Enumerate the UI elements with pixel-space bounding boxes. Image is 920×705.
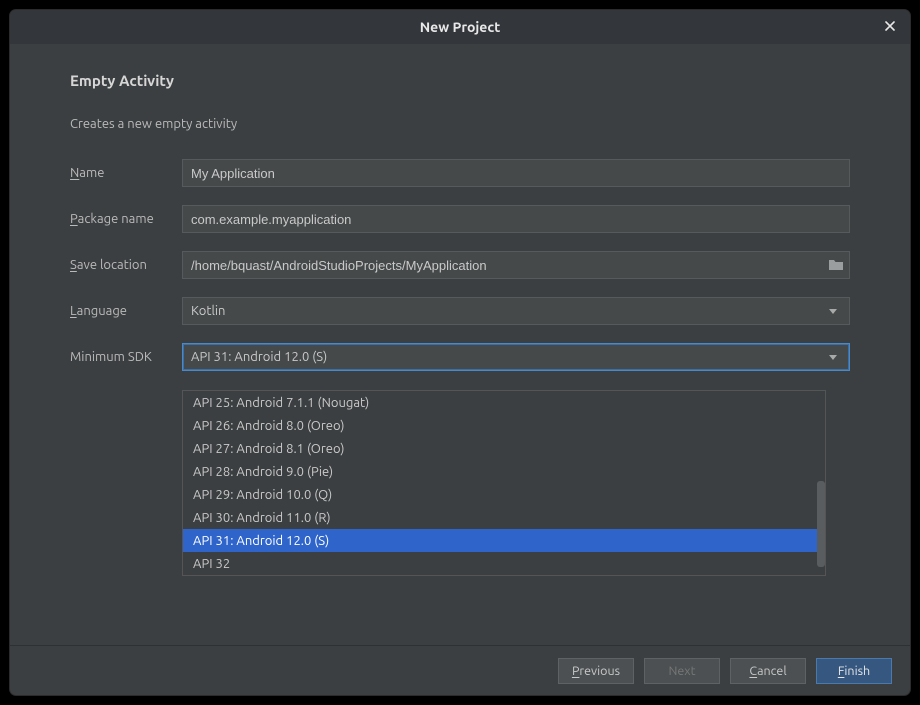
content-area: Empty Activity Creates a new empty activ… [10,44,910,645]
close-icon[interactable] [880,16,900,36]
label-language: Language [70,304,182,318]
name-input[interactable] [182,159,850,187]
sdk-option[interactable]: API 26: Android 8.0 (Oreo) [183,414,825,437]
minimum-sdk-dropdown: API 25: Android 7.1.1 (Nougat)API 26: An… [182,390,826,576]
sdk-option[interactable]: API 32 [183,552,825,575]
sdk-option[interactable]: API 30: Android 11.0 (R) [183,506,825,529]
label-save-location: Save location [70,258,182,272]
cancel-button[interactable]: Cancel [730,658,806,684]
previous-button[interactable]: Previous [558,658,634,684]
row-package: Package name [70,205,850,233]
page-heading: Empty Activity [70,72,850,89]
label-name: Name [70,166,182,180]
folder-icon[interactable] [828,257,844,273]
chevron-down-icon [829,355,837,360]
window-title: New Project [420,19,501,35]
sdk-option[interactable]: API 29: Android 10.0 (Q) [183,483,825,506]
dropdown-list: API 25: Android 7.1.1 (Nougat)API 26: An… [183,391,825,575]
scrollbar-thumb[interactable] [817,481,825,567]
sdk-option[interactable]: API 31: Android 12.0 (S) [183,529,825,552]
sdk-option[interactable]: API 27: Android 8.1 (Oreo) [183,437,825,460]
finish-button[interactable]: Finish [816,658,892,684]
new-project-window: New Project Empty Activity Creates a new… [10,10,910,695]
sdk-option[interactable]: API 25: Android 7.1.1 (Nougat) [183,391,825,414]
chevron-down-icon [829,309,837,314]
label-minimum-sdk: Minimum SDK [70,350,182,364]
save-location-input[interactable] [182,251,850,279]
page-subtitle: Creates a new empty activity [70,117,850,131]
row-name: Name [70,159,850,187]
row-save-location: Save location [70,251,850,279]
language-select[interactable]: Kotlin [182,297,850,325]
minimum-sdk-select[interactable]: API 31: Android 12.0 (S) [182,343,850,371]
label-package: Package name [70,212,182,226]
next-button: Next [644,658,720,684]
titlebar: New Project [10,10,910,44]
language-value: Kotlin [191,304,225,318]
footer: Previous Next Cancel Finish [10,645,910,695]
package-input[interactable] [182,205,850,233]
sdk-option[interactable]: API 28: Android 9.0 (Pie) [183,460,825,483]
minimum-sdk-value: API 31: Android 12.0 (S) [191,350,327,364]
row-minimum-sdk: Minimum SDK API 31: Android 12.0 (S) [70,343,850,371]
row-language: Language Kotlin [70,297,850,325]
